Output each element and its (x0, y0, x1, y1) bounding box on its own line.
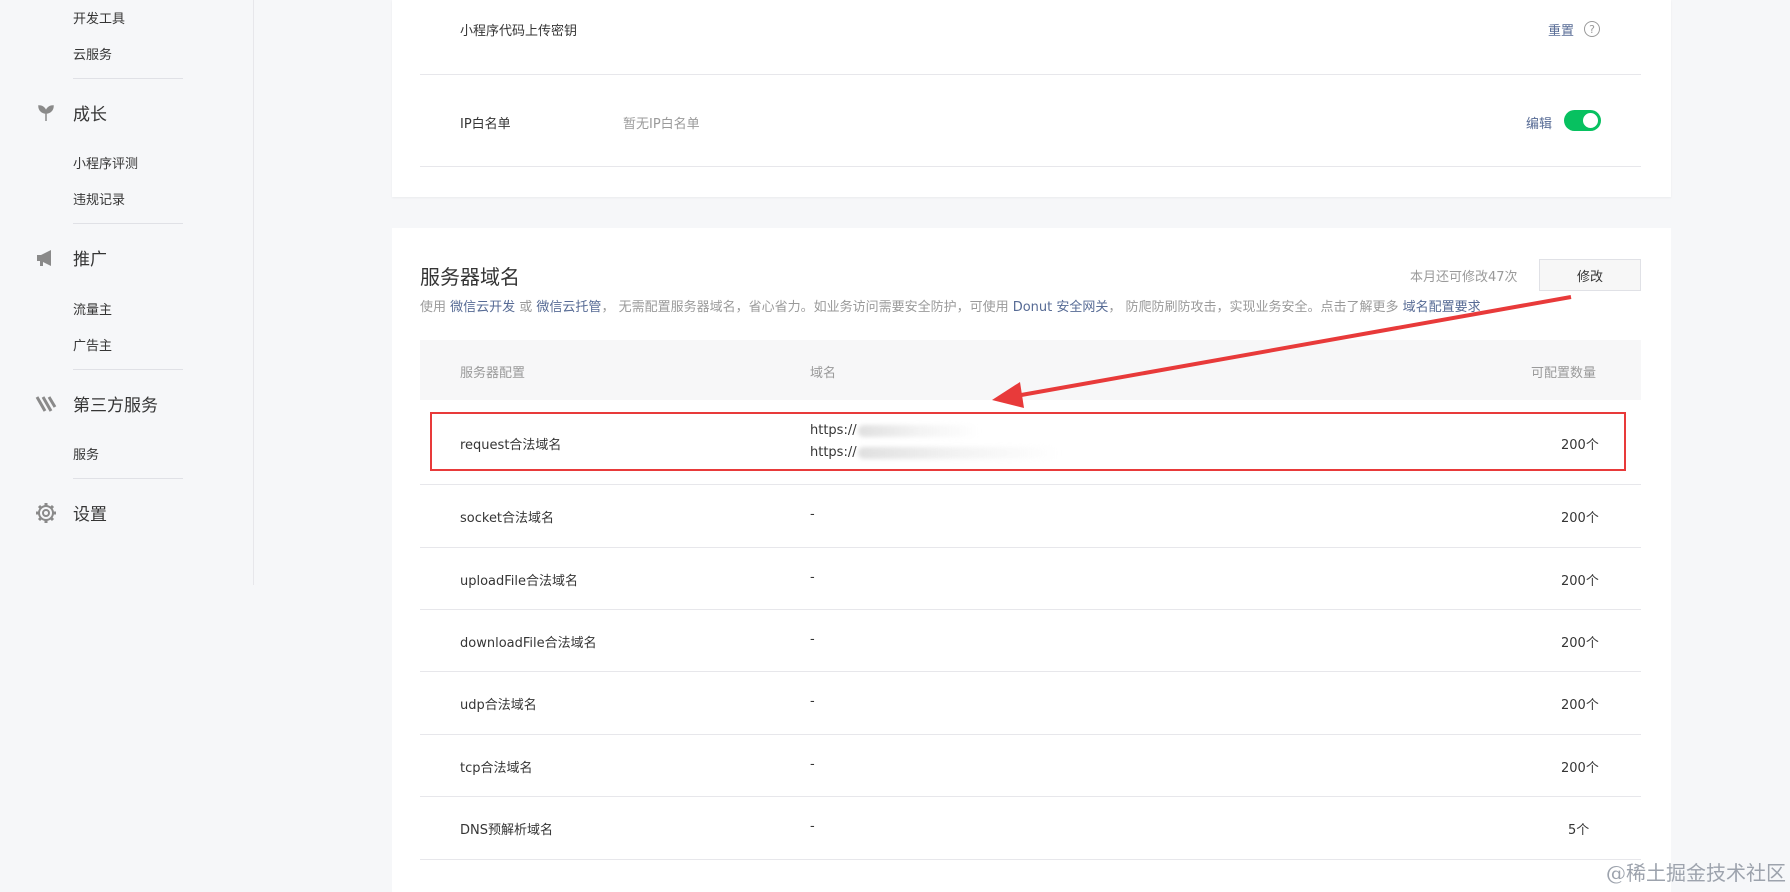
annotation-arrow (992, 295, 1572, 408)
watermark: @稀土掘金技术社区 (1606, 861, 1786, 885)
